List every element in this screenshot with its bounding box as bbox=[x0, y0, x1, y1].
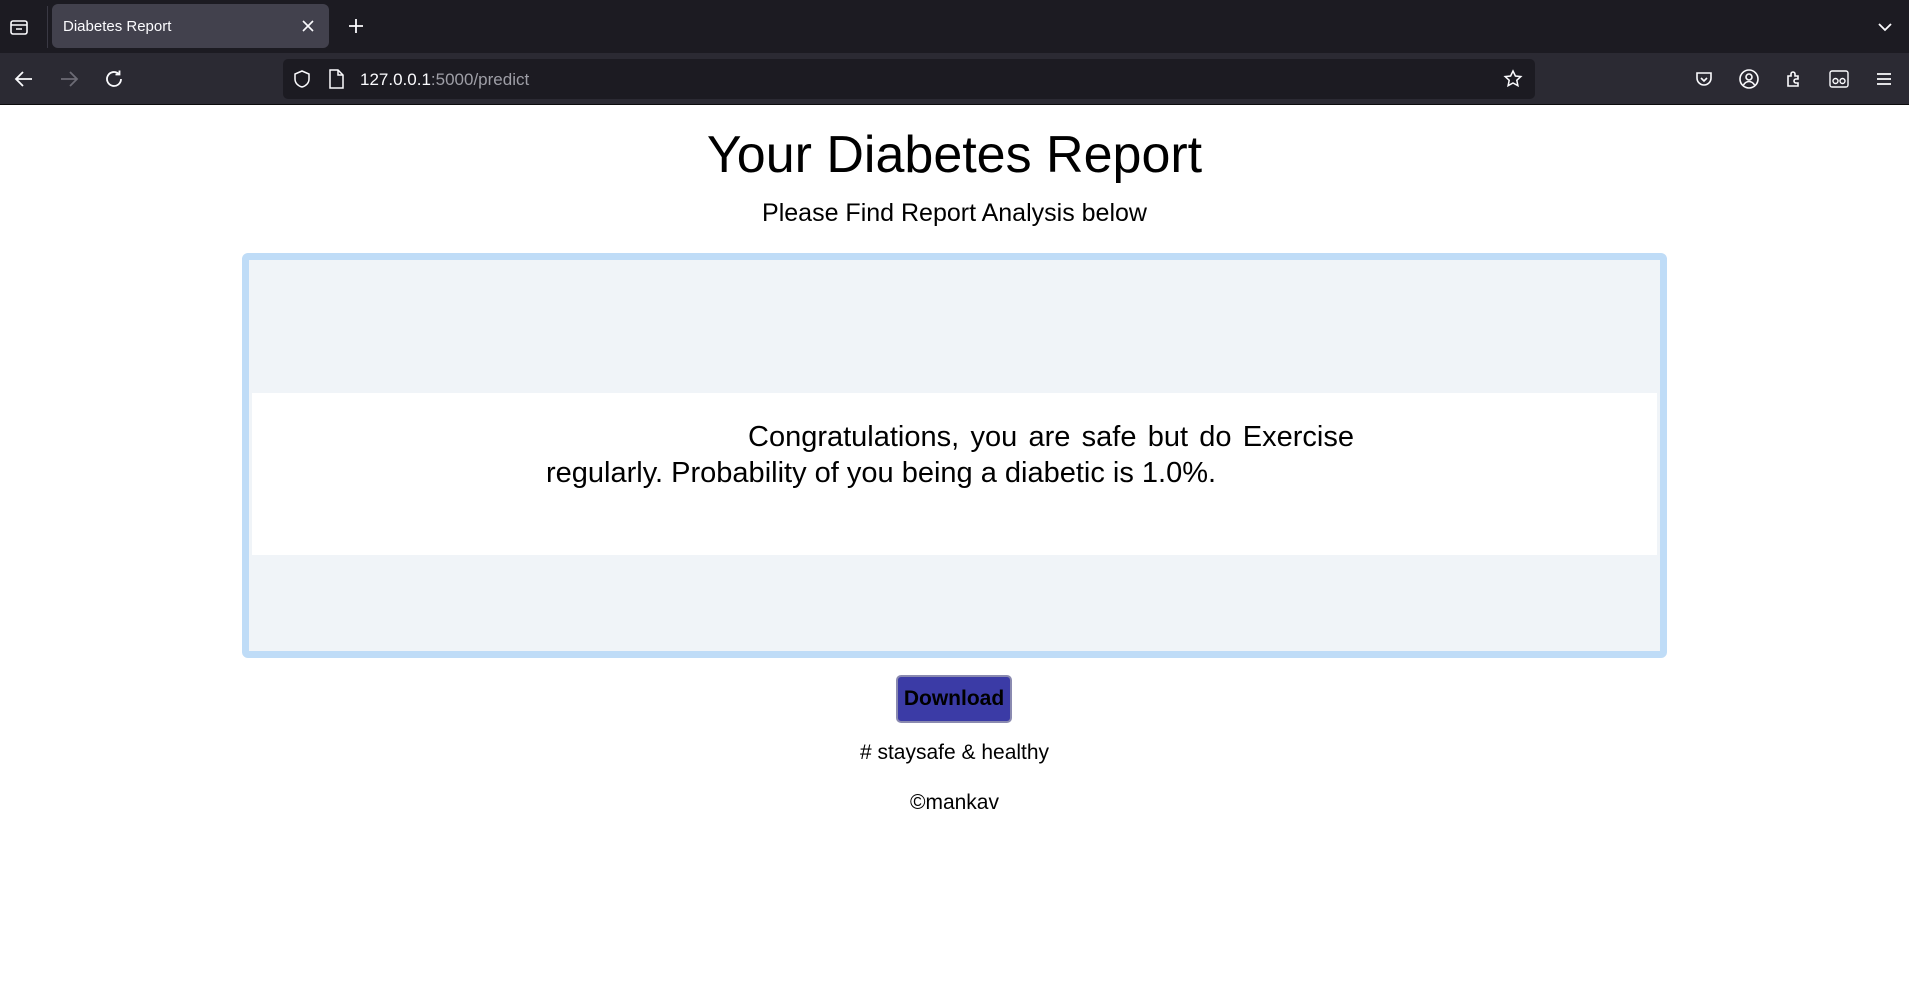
address-bar[interactable]: 127.0.0.1:5000/predict bbox=[283, 59, 1535, 99]
shield-icon[interactable] bbox=[291, 68, 313, 90]
url-host: 127.0.0.1 bbox=[360, 70, 431, 89]
new-tab-plus-icon[interactable] bbox=[343, 13, 369, 39]
forward-arrow-icon[interactable] bbox=[55, 65, 83, 93]
pocket-icon[interactable] bbox=[1690, 65, 1718, 93]
tab-strip: Diabetes Report bbox=[0, 0, 1909, 53]
page-content: Your Diabetes Report Please Find Report … bbox=[0, 105, 1909, 982]
extensions-icon[interactable] bbox=[1780, 65, 1808, 93]
page-title: Your Diabetes Report bbox=[706, 126, 1203, 184]
close-tab-icon[interactable] bbox=[298, 16, 318, 36]
report-result-text: Congratulations, you are safe but do Exe… bbox=[546, 421, 1354, 489]
tab-strip-divider bbox=[47, 6, 48, 48]
tab-diabetes-report[interactable]: Diabetes Report bbox=[52, 4, 329, 48]
navigation-toolbar: 127.0.0.1:5000/predict bbox=[0, 53, 1909, 105]
hamburger-menu-icon[interactable] bbox=[1870, 65, 1898, 93]
url-text[interactable]: 127.0.0.1:5000/predict bbox=[360, 70, 529, 90]
url-path: :5000/predict bbox=[430, 70, 530, 89]
tagline: # staysafe & healthy bbox=[859, 741, 1050, 764]
copyright: ©mankav bbox=[909, 791, 999, 814]
report-box: Congratulations, you are safe but do Exe… bbox=[242, 253, 1667, 658]
back-arrow-icon[interactable] bbox=[10, 65, 38, 93]
tab-list-icon[interactable] bbox=[6, 14, 32, 40]
bookmark-star-icon[interactable] bbox=[1502, 68, 1524, 90]
report-result-panel: Congratulations, you are safe but do Exe… bbox=[252, 393, 1657, 555]
reload-icon[interactable] bbox=[100, 65, 128, 93]
reader-view-icon[interactable] bbox=[1825, 65, 1853, 93]
chevron-down-icon[interactable] bbox=[1872, 14, 1898, 40]
download-button[interactable]: Download bbox=[896, 675, 1012, 723]
account-icon[interactable] bbox=[1735, 65, 1763, 93]
page-subtitle: Please Find Report Analysis below bbox=[762, 199, 1147, 227]
page-icon[interactable] bbox=[325, 68, 347, 90]
tab-title: Diabetes Report bbox=[63, 18, 172, 35]
